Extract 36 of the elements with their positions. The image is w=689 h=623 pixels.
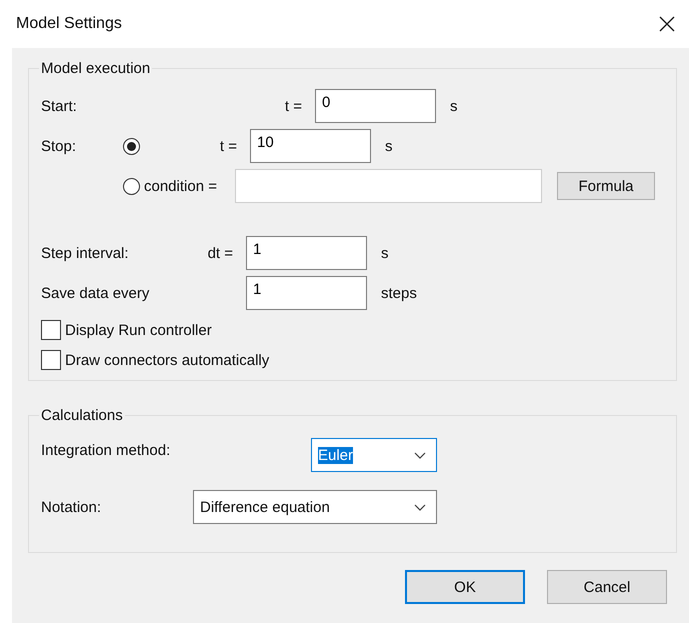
stop-time-field[interactable]: 10 (250, 129, 371, 163)
dialog-button[interactable]: OK (405, 570, 525, 604)
symbol-label: t = (218, 138, 238, 154)
stop-label: Stop: (41, 138, 78, 154)
chevron-down-icon (414, 452, 426, 458)
group-title: Model execution (40, 60, 152, 77)
field-label: Integration method: (41, 442, 172, 459)
dialog-button[interactable]: Cancel (547, 570, 667, 604)
step-interval-field[interactable]: 1 (246, 236, 367, 270)
start-label: Start: (41, 98, 78, 114)
unit-label: s (385, 138, 392, 154)
checkbox-label: Display Run controller (65, 322, 212, 338)
unit-label: steps (381, 284, 417, 302)
checkbox[interactable] (41, 350, 61, 370)
checkbox[interactable] (41, 320, 61, 340)
chevron-down-icon (414, 504, 426, 510)
dropdown[interactable]: Difference equation (193, 490, 437, 524)
save-data-label: Save data every (41, 284, 150, 302)
close-icon[interactable] (659, 16, 675, 32)
save-interval-field[interactable]: 1 (246, 276, 367, 310)
condition-label: condition = (143, 178, 218, 194)
group-title: Calculations (40, 407, 124, 424)
field-label: Notation: (41, 498, 102, 516)
radio-button[interactable] (123, 138, 140, 154)
radio-button[interactable] (123, 178, 140, 194)
condition-field[interactable] (235, 169, 542, 203)
start-time-field[interactable]: 0 (315, 89, 436, 123)
dropdown[interactable]: Euler (311, 438, 437, 472)
window-title: Model Settings (16, 15, 122, 33)
formula-button[interactable]: Formula (557, 172, 655, 200)
unit-label: s (381, 244, 388, 262)
step-interval-label: Step interval: (41, 244, 130, 262)
symbol-label: t = (284, 98, 303, 114)
checkbox-label: Draw connectors automatically (65, 352, 270, 368)
unit-label: s (450, 98, 458, 114)
symbol-label: dt = (206, 244, 234, 262)
